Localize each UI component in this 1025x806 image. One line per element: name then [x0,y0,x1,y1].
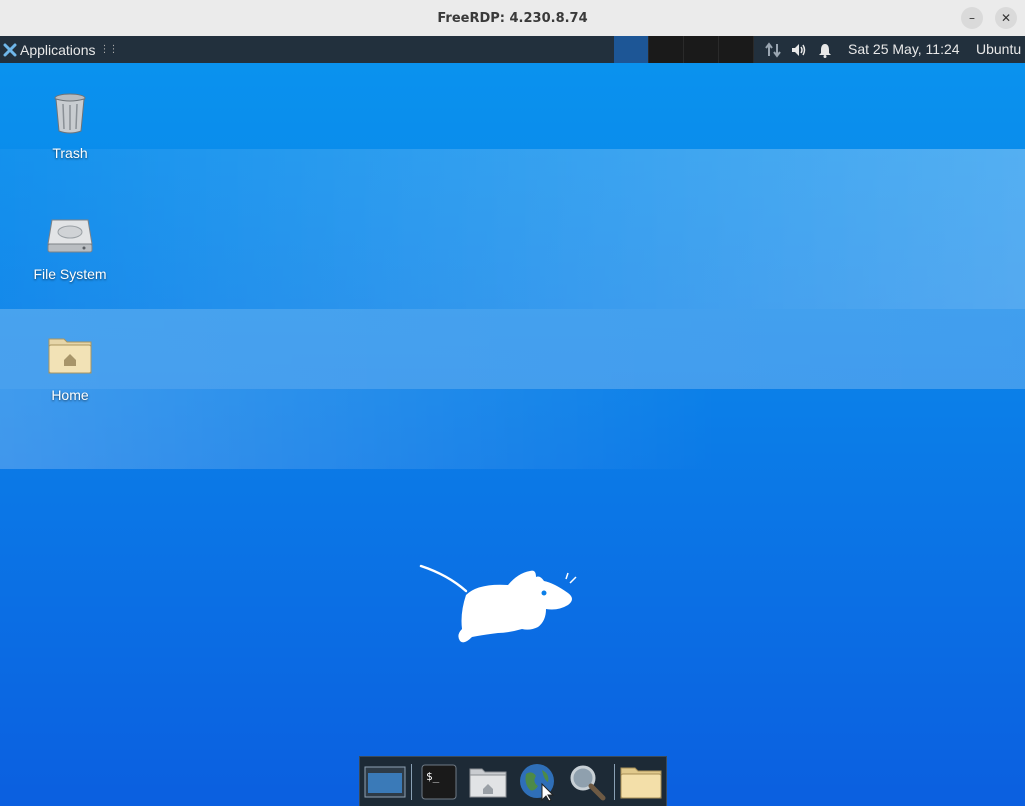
dock-file-manager[interactable] [467,760,510,804]
desktop-icon-home[interactable]: Home [20,331,120,403]
svg-text:$_: $_ [426,770,440,783]
desktop-icon-file-system[interactable]: File System [20,210,120,282]
workspace-3[interactable] [684,36,719,63]
minimize-icon: – [969,11,975,25]
panel-handle-icon: ⋮⋮ [99,44,119,55]
file-manager-icon [469,768,507,798]
dock-separator [411,764,413,800]
desktop-icon-label: Trash [52,145,88,161]
hard-drive-icon [47,219,93,253]
web-browser-icon [519,764,554,802]
desktop-icon-label: File System [33,266,107,282]
dock-terminal[interactable]: $_ [417,760,460,804]
workspace-1[interactable] [614,36,649,63]
applications-label: Applications [20,41,96,58]
user-menu[interactable]: Ubuntu [976,41,1021,57]
desktop[interactable]: Trash File System Home $_ [0,63,1025,806]
applications-menu-button[interactable]: Applications ⋮⋮ [0,36,119,63]
trash-icon [54,93,86,134]
close-button[interactable]: ✕ [995,7,1017,29]
dock-panel: $_ [359,756,667,806]
desktop-icon-trash[interactable]: Trash [20,89,120,161]
folder-icon [620,767,662,799]
top-panel: Applications ⋮⋮ Sat 25 May, 11:24 Ubuntu [0,36,1025,63]
minimize-button[interactable]: – [961,7,983,29]
search-icon [570,765,606,801]
notification-bell-icon[interactable] [815,41,835,59]
dock-search[interactable] [565,760,608,804]
show-desktop-icon [364,766,406,798]
xfce-mouse-logo-icon [419,564,577,643]
workspace-4[interactable] [719,36,754,63]
wallpaper-band [0,149,1025,309]
dock-folder[interactable] [620,760,663,804]
desktop-icon-label: Home [51,387,89,403]
window-title: FreeRDP: 4.230.8.74 [437,10,588,26]
window-titlebar: FreeRDP: 4.230.8.74 – ✕ [0,0,1025,37]
wallpaper-band [0,389,1025,469]
xfce-logo-icon [3,43,17,56]
workspace-switcher [614,36,754,63]
wallpaper-band [0,309,1025,389]
terminal-icon: $_ [421,764,457,800]
home-folder-icon [48,338,92,374]
volume-icon[interactable] [789,41,809,59]
system-tray [760,36,838,63]
dock-web-browser[interactable] [516,760,559,804]
dock-show-desktop[interactable] [363,760,406,804]
network-icon[interactable] [763,41,783,59]
dock-separator [613,764,615,800]
close-icon: ✕ [1000,11,1012,25]
panel-clock[interactable]: Sat 25 May, 11:24 [848,41,960,57]
workspace-2[interactable] [649,36,684,63]
